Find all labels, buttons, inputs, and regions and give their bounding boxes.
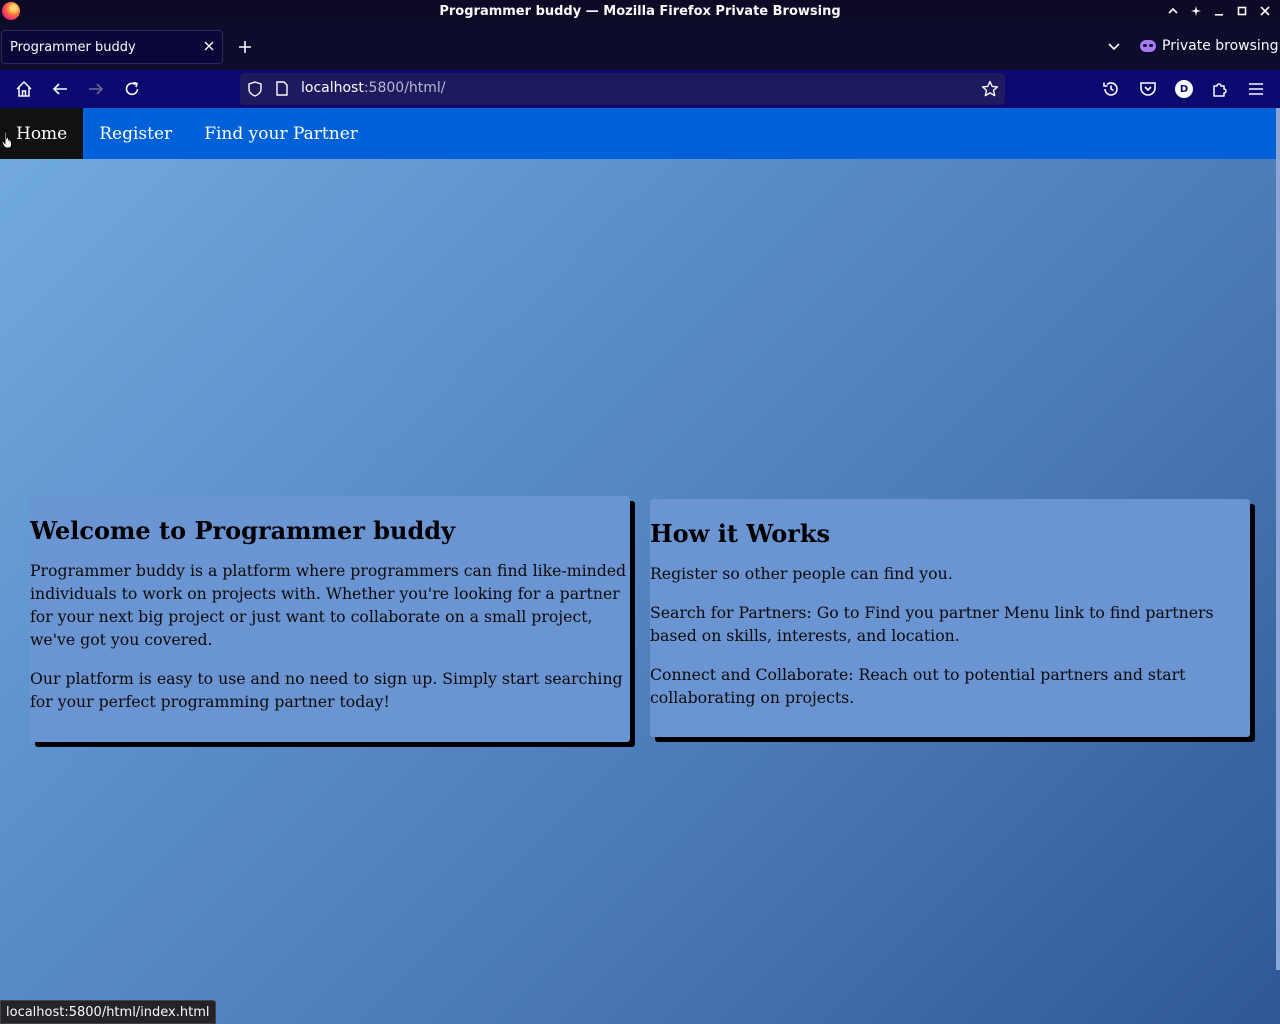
home-button[interactable] [10,75,38,103]
tab-programmer-buddy[interactable]: Programmer buddy [1,30,223,64]
account-avatar: D [1175,80,1193,98]
window-titlebar: Programmer buddy — Mozilla Firefox Priva… [0,0,1280,22]
reload-button[interactable] [118,75,146,103]
hamburger-menu-icon [1249,83,1263,95]
app-menu-button[interactable] [1242,75,1270,103]
bookmark-star-icon[interactable] [981,80,999,98]
chevron-down-icon [1108,43,1120,51]
tab-title: Programmer buddy [10,39,136,55]
history-icon [1103,82,1118,96]
welcome-heading: Welcome to Programmer buddy [30,516,455,545]
forward-button[interactable] [82,75,110,103]
shield-icon[interactable] [248,81,262,97]
url-bar[interactable]: localhost:5800/html/ [240,73,1005,105]
home-icon [16,80,32,97]
private-browsing-indicator: Private browsing [1140,34,1279,58]
private-mask-icon [1140,40,1156,52]
how-it-works-card: How it Works Register so other people ca… [650,499,1250,737]
window-close-icon[interactable] [1253,0,1276,22]
how-it-works-step-2: Search for Partners: Go to Find you part… [650,603,1214,645]
plus-icon [239,41,251,53]
list-all-tabs-button[interactable] [1103,35,1125,59]
account-button[interactable]: D [1170,75,1198,103]
how-it-works-step-1: Register so other people can find you. [650,564,953,583]
page-viewport: Home Register Find your Partner Welcome … [0,108,1280,1024]
new-tab-button[interactable] [233,35,257,59]
how-it-works-heading: How it Works [650,519,831,548]
pocket-icon [1140,82,1156,96]
arrow-left-icon [52,83,67,95]
arrow-right-icon [89,83,104,95]
window-maximize-icon[interactable] [1230,0,1253,22]
hand-cursor-icon [1,131,12,149]
welcome-paragraph-2: Our platform is easy to use and no need … [30,669,623,711]
status-bar-link-preview: localhost:5800/html/index.html [0,1000,216,1024]
window-shade-up-icon[interactable] [1161,0,1184,22]
page-scrollbar[interactable] [1276,108,1280,970]
tab-strip: Programmer buddy Private browsing [0,22,1280,70]
url-text[interactable]: localhost:5800/html/ [301,80,446,96]
nav-link-find-your-partner[interactable]: Find your Partner [188,108,374,159]
pocket-button[interactable] [1134,75,1162,103]
welcome-paragraph-1: Programmer buddy is a platform where pro… [30,561,627,649]
window-controls [1161,0,1276,22]
reload-icon [125,81,139,96]
firefox-logo-icon [2,2,20,20]
window-pin-icon[interactable] [1184,0,1207,22]
welcome-card: Welcome to Programmer buddy Programmer b… [30,496,630,742]
browser-navbar: localhost:5800/html/ D [0,70,1280,108]
url-path: :5800/html/ [363,80,446,96]
window-minimize-icon[interactable] [1207,0,1230,22]
tab-close-icon[interactable] [204,40,214,55]
private-browsing-label: Private browsing [1162,38,1279,54]
url-host: localhost [301,80,364,96]
puzzle-piece-icon [1213,83,1227,97]
page-info-icon[interactable] [276,81,288,96]
site-navigation: Home Register Find your Partner [0,108,1277,159]
back-button[interactable] [46,75,74,103]
window-title: Programmer buddy — Mozilla Firefox Priva… [439,3,841,19]
extensions-button[interactable] [1206,75,1234,103]
history-button[interactable] [1097,75,1125,103]
how-it-works-step-3: Connect and Collaborate: Reach out to po… [650,665,1186,707]
nav-link-register[interactable]: Register [83,108,188,159]
